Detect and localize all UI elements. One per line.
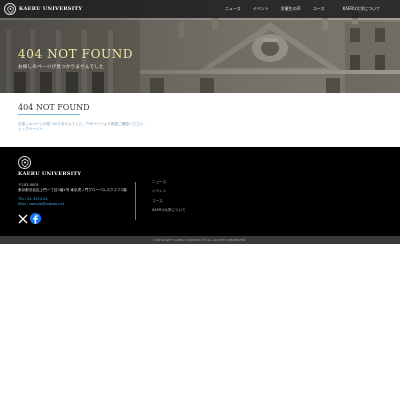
- page-title: 404 NOT FOUND: [18, 103, 90, 112]
- footer-links: ニュース イベント コース KAERU大学について: [152, 180, 186, 217]
- footer-link-courses[interactable]: コース: [152, 199, 186, 204]
- footer-mail[interactable]: MAIL: sample@sdjsdo.net: [18, 202, 64, 206]
- copyright-text: COPYRIGHT KAERU UNIVERSITY ALL RIGHTS RE…: [153, 238, 247, 242]
- nav-courses[interactable]: コース: [313, 6, 325, 12]
- header-logo[interactable]: KAERU UNIVERSITY: [4, 3, 82, 15]
- site-footer: KAERU UNIVERSITY 〒103-0001 東京都渋谷区上門一丁目3番…: [0, 147, 400, 236]
- title-underline: [18, 114, 80, 115]
- footer-link-news[interactable]: ニュース: [152, 180, 186, 185]
- copyright-bar: COPYRIGHT KAERU UNIVERSITY ALL RIGHTS RE…: [0, 236, 400, 244]
- top-page-link[interactable]: トップページへ: [18, 127, 43, 132]
- social-links: [18, 213, 41, 224]
- main-nav: ニュース イベント 学業生の声 コース KAERU大学について: [213, 0, 380, 18]
- footer-divider: [135, 182, 136, 220]
- university-crest-icon: [4, 3, 16, 15]
- x-logo-icon[interactable]: [18, 214, 28, 224]
- site-header: KAERU UNIVERSITY ニュース イベント 学業生の声 コース KAE…: [0, 0, 400, 18]
- footer-logo-text: KAERU UNIVERSITY: [18, 171, 82, 177]
- footer-address: 東京都渋谷区上門一丁目3番1号 東京虎ノ門グローバルスクエア1階: [18, 188, 127, 192]
- nav-events[interactable]: イベント: [253, 6, 269, 12]
- footer-link-about[interactable]: KAERU大学について: [152, 208, 186, 213]
- footer-tel[interactable]: TEL: 03-3333-44: [18, 197, 48, 201]
- footer-link-events[interactable]: イベント: [152, 189, 186, 194]
- nav-news[interactable]: ニュース: [225, 6, 241, 12]
- hero-title: 404 NOT FOUND: [18, 47, 134, 61]
- nav-voices[interactable]: 学業生の声: [281, 6, 301, 12]
- nav-about[interactable]: KAERU大学について: [343, 6, 380, 12]
- footer-crest-icon[interactable]: [18, 156, 31, 169]
- hero-subtitle: お探しのページが見つかりませんでした: [18, 65, 104, 70]
- header-logo-text: KAERU UNIVERSITY: [19, 6, 83, 12]
- facebook-icon[interactable]: [30, 213, 41, 224]
